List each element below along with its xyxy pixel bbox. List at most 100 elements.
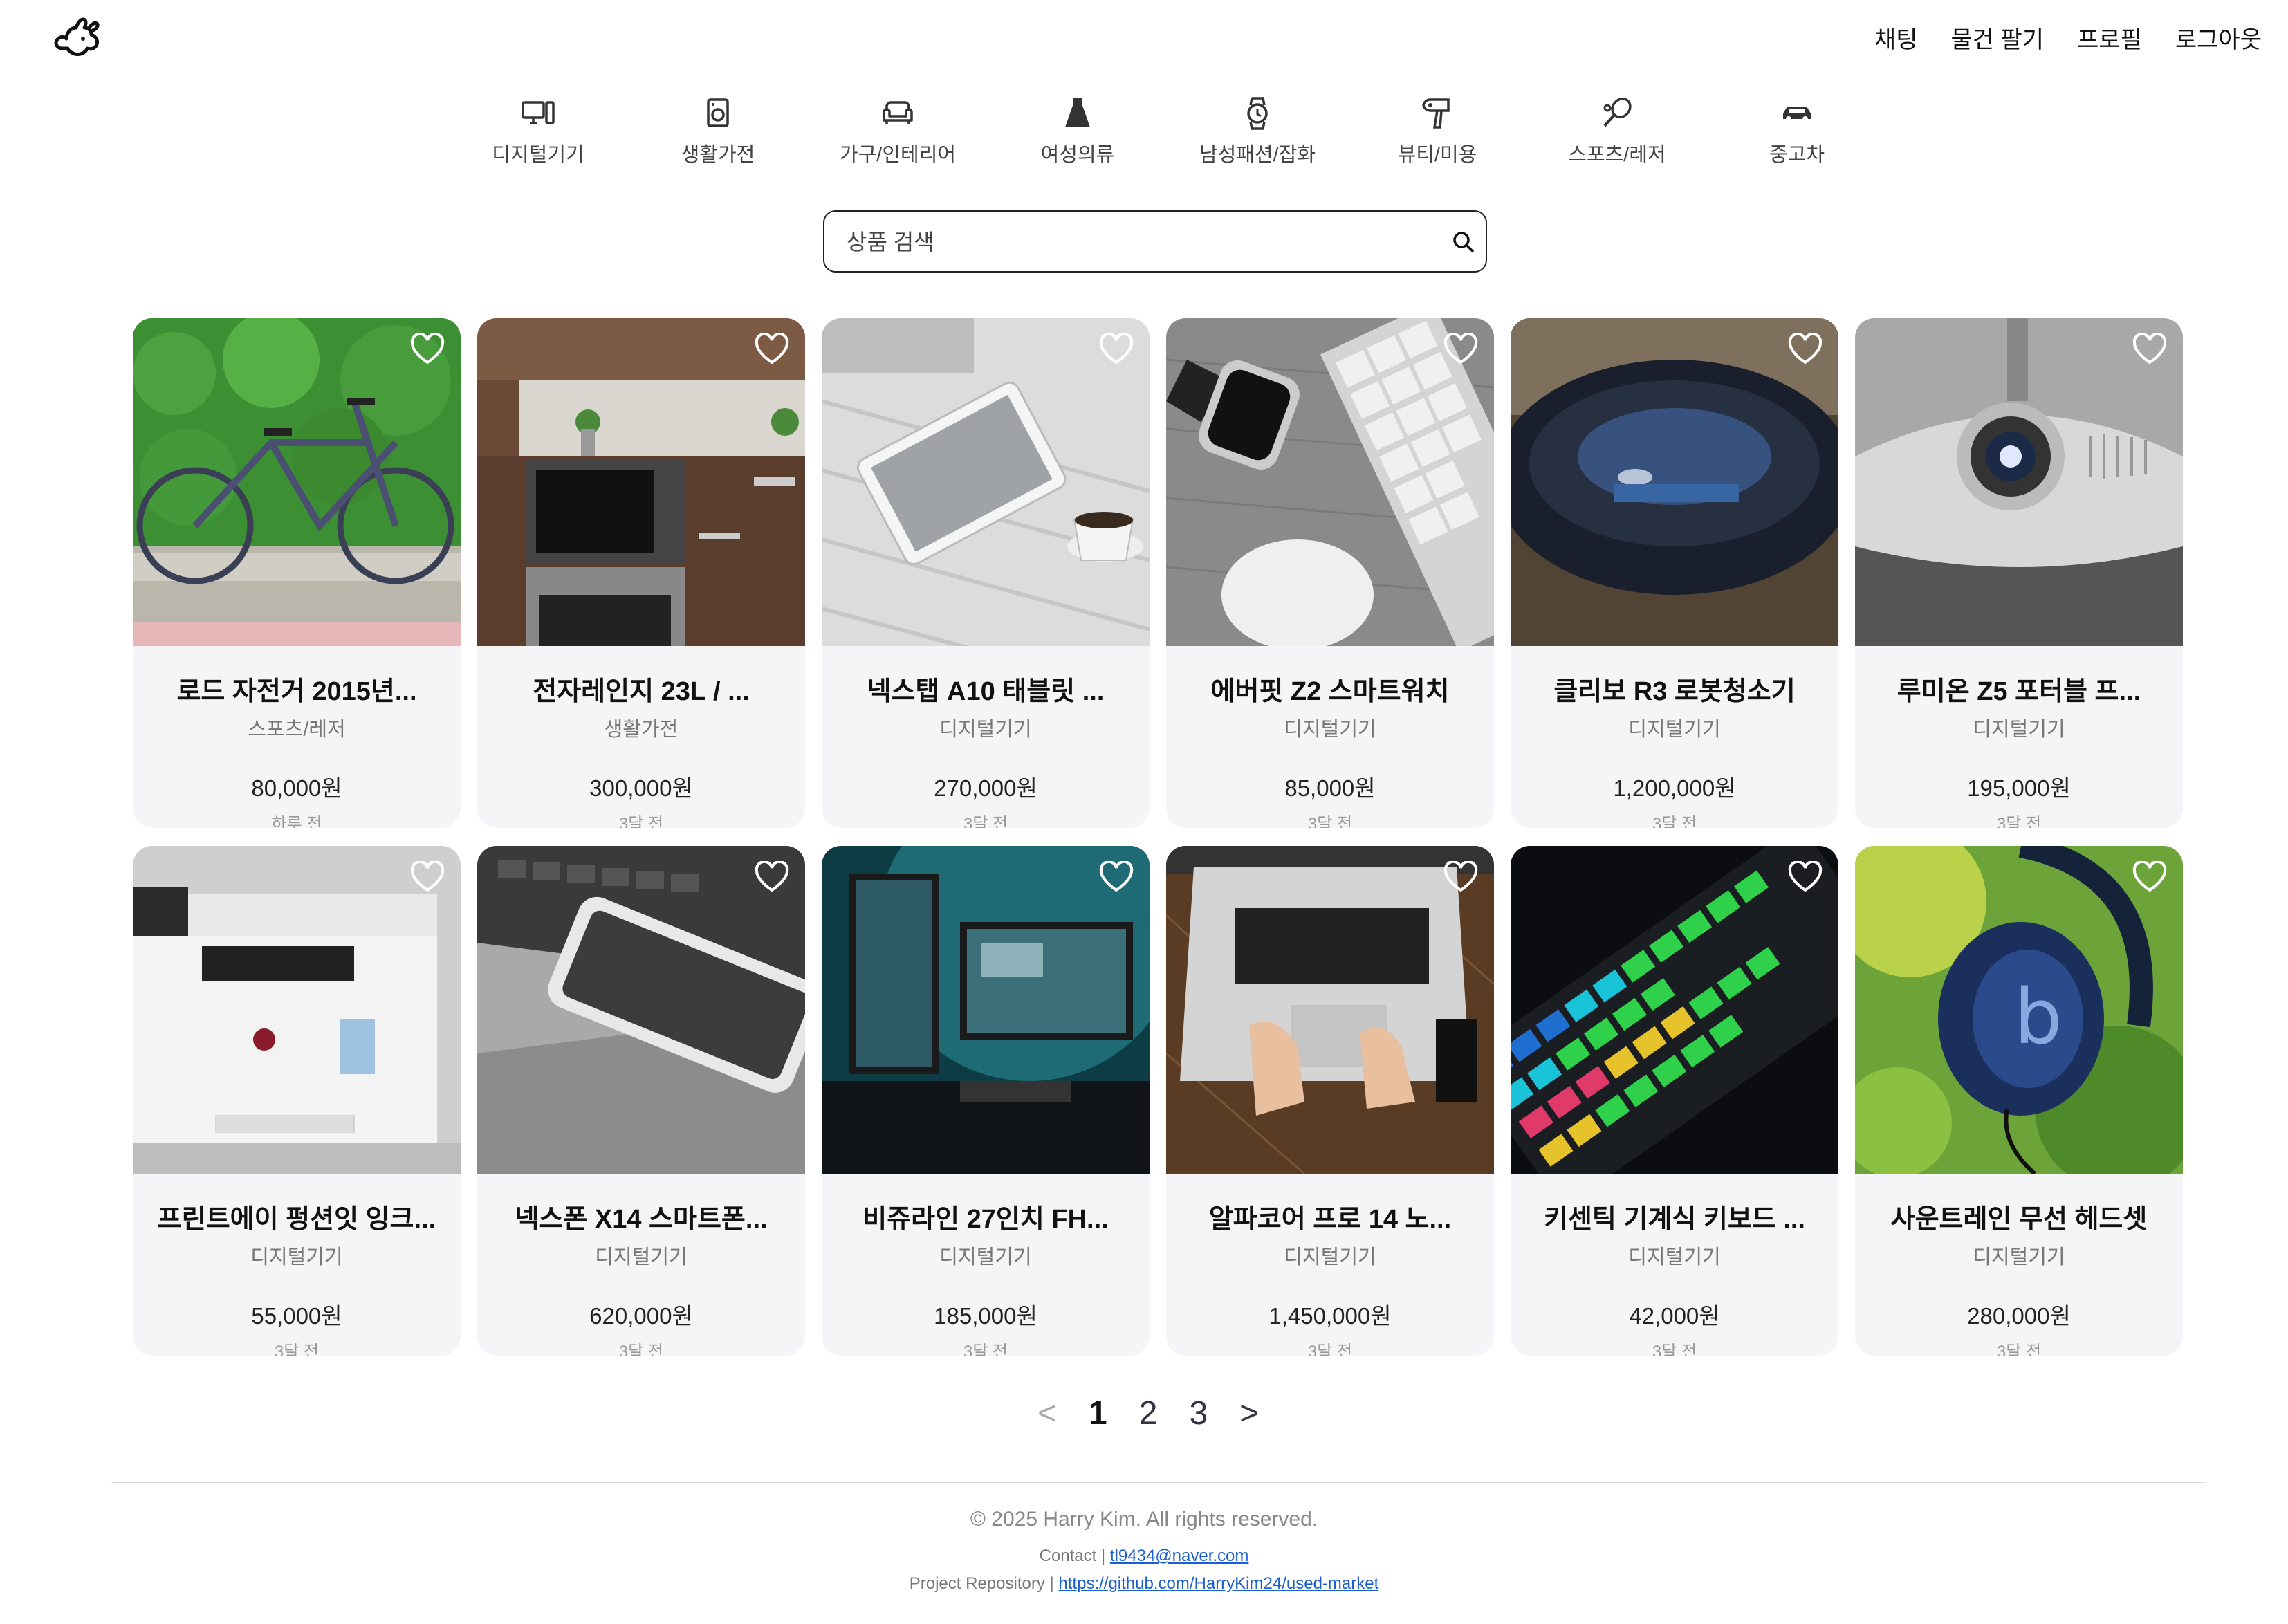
product-time: 3달 전 xyxy=(1307,1342,1353,1356)
product-time: 3달 전 xyxy=(274,1342,320,1356)
product-title: 사운트레인 무선 헤드셋 xyxy=(1890,1205,2148,1234)
next-page-button[interactable]: > xyxy=(1239,1394,1259,1432)
product-image xyxy=(1511,318,1838,646)
category-furniture[interactable]: 가구/인테리어 xyxy=(808,95,988,167)
robot-vacuum-photo xyxy=(1511,318,1838,646)
product-title: 알파코어 프로 14 노... xyxy=(1208,1205,1452,1234)
product-category: 디지털기기 xyxy=(1284,719,1376,741)
product-time: 3달 전 xyxy=(1652,815,1697,828)
product-card[interactable]: 넥스폰 X14 스마트폰... 디지털기기 620,000원 3달 전 xyxy=(477,846,805,1356)
repo-line: Project Repository | https://github.com/… xyxy=(0,1574,2288,1594)
product-time: 3달 전 xyxy=(1652,1342,1697,1356)
product-price: 620,000원 xyxy=(589,1303,693,1329)
nav-sell-link[interactable]: 물건 팔기 xyxy=(1950,21,2044,55)
washing-machine-icon xyxy=(707,98,729,127)
car-icon xyxy=(1783,107,1811,122)
product-card[interactable]: 프린트에이 펑션잇 잉크... 디지털기기 55,000원 3달 전 xyxy=(133,846,461,1356)
category-label: 생활가전 xyxy=(681,144,755,166)
heart-icon[interactable] xyxy=(1443,333,1479,365)
product-time: 3달 전 xyxy=(1996,1342,2042,1356)
product-card[interactable]: 전자레인지 23L / ... 생활가전 300,000원 3달 전 xyxy=(477,318,805,828)
product-price: 1,200,000원 xyxy=(1613,775,1736,801)
category-mens-fashion[interactable]: 남성패션/잡화 xyxy=(1168,95,1347,167)
nav-logout-link[interactable]: 로그아웃 xyxy=(2175,21,2262,55)
category-label: 스포츠/레저 xyxy=(1568,144,1666,166)
product-image xyxy=(1855,318,2183,646)
search-icon[interactable] xyxy=(1451,230,1476,255)
category-womens-clothing[interactable]: 여성의류 xyxy=(988,95,1168,167)
product-category: 디지털기기 xyxy=(939,719,1032,741)
laptop-photo xyxy=(1166,846,1494,1174)
repo-link[interactable]: https://github.com/HarryKim24/used-marke… xyxy=(1058,1574,1378,1593)
heart-icon[interactable] xyxy=(1098,861,1134,893)
category-label: 디지털기기 xyxy=(492,144,584,166)
product-title: 클리보 R3 로봇청소기 xyxy=(1553,677,1796,706)
category-label: 남성패션/잡화 xyxy=(1199,144,1316,166)
heart-icon[interactable] xyxy=(754,333,790,365)
product-price: 1,450,000원 xyxy=(1268,1303,1392,1329)
heart-icon[interactable] xyxy=(1443,861,1479,893)
prev-page-button[interactable]: < xyxy=(1037,1394,1057,1432)
product-card[interactable]: 알파코어 프로 14 노... 디지털기기 1,450,000원 3달 전 xyxy=(1166,846,1494,1356)
watch-icon xyxy=(1247,97,1268,130)
product-card[interactable]: 클리보 R3 로봇청소기 디지털기기 1,200,000원 3달 전 xyxy=(1511,318,1838,828)
product-card[interactable]: 루미온 Z5 포터블 프... 디지털기기 195,000원 3달 전 xyxy=(1855,318,2183,828)
product-category: 스포츠/레저 xyxy=(248,719,346,741)
product-category: 디지털기기 xyxy=(595,1246,688,1268)
product-title: 넥스탭 A10 태블릿 ... xyxy=(867,677,1105,706)
product-title: 키센틱 기계식 키보드 ... xyxy=(1544,1205,1805,1234)
heart-icon[interactable] xyxy=(409,861,445,893)
search-input[interactable] xyxy=(845,212,1429,273)
heart-icon[interactable] xyxy=(2132,333,2168,365)
dress-icon xyxy=(1065,98,1090,127)
page-3-button[interactable]: 3 xyxy=(1189,1394,1208,1432)
category-appliance[interactable]: 생활가전 xyxy=(628,95,808,167)
contact-email-link[interactable]: tl9434@naver.com xyxy=(1110,1547,1248,1565)
repo-label: Project Repository | xyxy=(909,1574,1054,1593)
heart-icon[interactable] xyxy=(1787,861,1823,893)
product-category: 디지털기기 xyxy=(1973,1246,2065,1268)
product-category: 디지털기기 xyxy=(1284,1246,1376,1268)
microwave-photo xyxy=(477,318,805,646)
nav-profile-link[interactable]: 프로필 xyxy=(2077,21,2142,55)
product-price: 85,000원 xyxy=(1284,775,1376,801)
product-card[interactable]: b 사운트레인 무선 헤드셋 디지털기기 280,000원 3달 전 xyxy=(1855,846,2183,1356)
product-title: 비쥬라인 27인치 FH... xyxy=(862,1205,1109,1234)
category-digital[interactable]: 디지털기기 xyxy=(448,95,628,167)
nav-chat-link[interactable]: 채팅 xyxy=(1874,21,1918,55)
category-sports[interactable]: 스포츠/레저 xyxy=(1527,95,1707,167)
product-price: 280,000원 xyxy=(1967,1303,2071,1329)
monitor-photo xyxy=(822,846,1150,1174)
category-beauty[interactable]: 뷰티/미용 xyxy=(1347,95,1527,167)
rabbit-logo-icon[interactable] xyxy=(53,15,102,61)
product-time: 3달 전 xyxy=(618,1342,664,1356)
product-card[interactable]: 키센틱 기계식 키보드 ... 디지털기기 42,000원 3달 전 xyxy=(1511,846,1838,1356)
product-category: 디지털기기 xyxy=(250,1246,343,1268)
product-title: 루미온 Z5 포터블 프... xyxy=(1897,677,2141,706)
tablet-photo xyxy=(822,318,1150,646)
product-category: 디지털기기 xyxy=(1628,1246,1721,1268)
product-title: 에버핏 Z2 스마트워치 xyxy=(1210,677,1450,706)
product-card[interactable]: 넥스탭 A10 태블릿 ... 디지털기기 270,000원 3달 전 xyxy=(822,318,1150,828)
product-card[interactable]: 비쥬라인 27인치 FH... 디지털기기 185,000원 3달 전 xyxy=(822,846,1150,1356)
product-title: 전자레인지 23L / ... xyxy=(533,677,750,706)
product-card[interactable]: 에버핏 Z2 스마트워치 디지털기기 85,000원 3달 전 xyxy=(1166,318,1494,828)
product-time: 하루 전 xyxy=(271,815,322,828)
product-image xyxy=(133,318,461,646)
contact-label: Contact | xyxy=(1039,1547,1106,1565)
product-price: 270,000원 xyxy=(934,775,1037,801)
heart-icon[interactable] xyxy=(1787,333,1823,365)
product-price: 300,000원 xyxy=(589,775,693,801)
product-card[interactable]: 로드 자전거 2015년... 스포츠/레저 80,000원 하루 전 xyxy=(133,318,461,828)
page-1-button[interactable]: 1 xyxy=(1089,1394,1107,1432)
heart-icon[interactable] xyxy=(2132,861,2168,893)
product-image xyxy=(477,846,805,1174)
product-image: b xyxy=(1855,846,2183,1174)
heart-icon[interactable] xyxy=(754,861,790,893)
category-used-car[interactable]: 중고차 xyxy=(1707,95,1887,167)
product-image xyxy=(1166,846,1494,1174)
heart-icon[interactable] xyxy=(1098,333,1134,365)
page-2-button[interactable]: 2 xyxy=(1139,1394,1158,1432)
category-bar: 디지털기기 생활가전 가구/인테리어 여성의류 남성패션/잡화 뷰티/미용 스포… xyxy=(448,95,1887,167)
heart-icon[interactable] xyxy=(409,333,445,365)
